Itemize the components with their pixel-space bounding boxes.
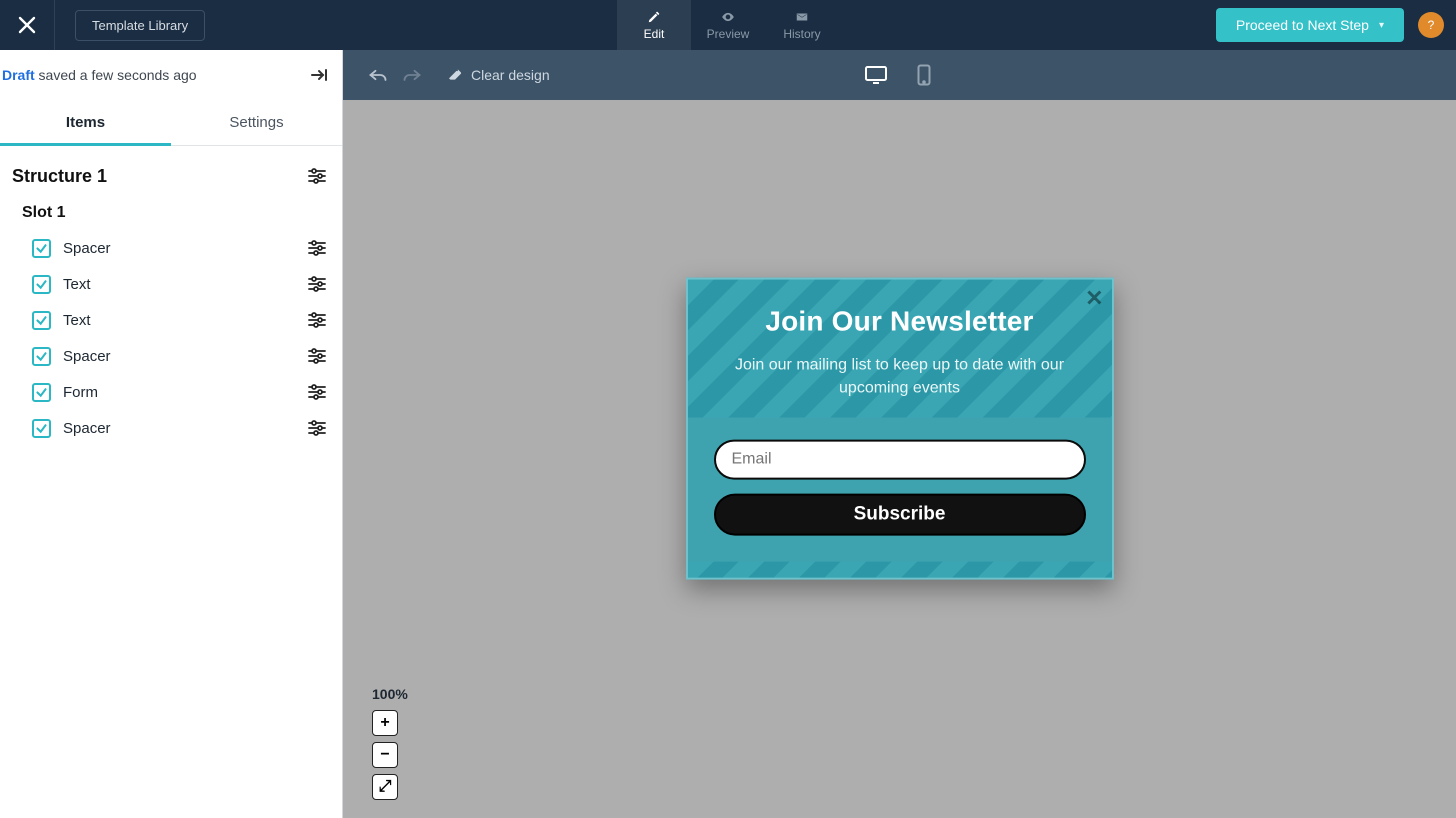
item-settings-button[interactable] bbox=[304, 272, 330, 296]
design-canvas[interactable]: ✕ Join Our Newsletter Join our mailing l… bbox=[343, 100, 1456, 818]
checkbox[interactable] bbox=[32, 383, 51, 402]
popup-bottom-edge bbox=[688, 562, 1112, 578]
list-item[interactable]: Spacer bbox=[12, 338, 330, 374]
popup-content: Join Our Newsletter Join our mailing lis… bbox=[688, 280, 1112, 562]
tab-settings[interactable]: Settings bbox=[171, 100, 342, 145]
checkbox[interactable] bbox=[32, 311, 51, 330]
checkbox[interactable] bbox=[32, 347, 51, 366]
tab-items[interactable]: Items bbox=[0, 100, 171, 145]
draft-label: Draft bbox=[2, 67, 35, 83]
item-label: Form bbox=[63, 384, 292, 401]
item-settings-button[interactable] bbox=[304, 416, 330, 440]
item-settings-button[interactable] bbox=[304, 308, 330, 332]
list-item[interactable]: Text bbox=[12, 266, 330, 302]
pencil-icon bbox=[647, 10, 661, 24]
eye-icon bbox=[721, 10, 735, 24]
popup-preview[interactable]: ✕ Join Our Newsletter Join our mailing l… bbox=[686, 278, 1114, 580]
tab-history[interactable]: History bbox=[765, 0, 839, 50]
close-button[interactable] bbox=[0, 0, 55, 50]
structure-title: Structure 1 bbox=[12, 166, 107, 187]
item-settings-button[interactable] bbox=[304, 344, 330, 368]
item-label: Spacer bbox=[63, 420, 292, 437]
item-label: Spacer bbox=[63, 348, 292, 365]
subscribe-button[interactable]: Subscribe bbox=[714, 494, 1086, 536]
proceed-label: Proceed to Next Step bbox=[1236, 17, 1369, 33]
mode-tabs: Edit Preview History bbox=[617, 0, 839, 50]
slot-title: Slot 1 bbox=[12, 198, 330, 230]
tab-preview[interactable]: Preview bbox=[691, 0, 765, 50]
structure-settings-button[interactable] bbox=[304, 164, 330, 188]
tab-settings-label: Settings bbox=[229, 114, 283, 131]
saved-label: saved a few seconds ago bbox=[35, 67, 197, 83]
desktop-view-button[interactable] bbox=[861, 63, 891, 87]
mode-tab-label: History bbox=[783, 27, 820, 41]
header-right: Proceed to Next Step ▾ ? bbox=[1216, 8, 1456, 42]
items-panel: Draft saved a few seconds ago Items Sett… bbox=[0, 50, 343, 818]
app-header: Template Library Edit Preview History Pr… bbox=[0, 0, 1456, 50]
item-label: Spacer bbox=[63, 240, 292, 257]
clear-design-button[interactable]: Clear design bbox=[447, 67, 550, 83]
proceed-button[interactable]: Proceed to Next Step ▾ bbox=[1216, 8, 1404, 42]
undo-button[interactable] bbox=[361, 58, 395, 92]
zoom-fit-button[interactable]: ⤢ bbox=[372, 774, 398, 800]
list-item[interactable]: Form bbox=[12, 374, 330, 410]
mobile-view-button[interactable] bbox=[909, 63, 939, 87]
mode-tab-label: Edit bbox=[644, 27, 665, 41]
panel-body: Structure 1 Slot 1 Spacer Text Text Spac… bbox=[0, 146, 342, 446]
save-status-row: Draft saved a few seconds ago bbox=[0, 50, 342, 100]
zoom-out-button[interactable]: − bbox=[372, 742, 398, 768]
list-item[interactable]: Spacer bbox=[12, 410, 330, 446]
popup-form: Subscribe bbox=[688, 418, 1112, 562]
envelope-icon bbox=[795, 10, 809, 24]
email-field[interactable] bbox=[714, 440, 1086, 480]
structure-header: Structure 1 bbox=[12, 160, 330, 198]
item-label: Text bbox=[63, 312, 292, 329]
zoom-in-button[interactable]: + bbox=[372, 710, 398, 736]
zoom-level: 100% bbox=[372, 686, 408, 702]
list-item[interactable]: Text bbox=[12, 302, 330, 338]
popup-title: Join Our Newsletter bbox=[710, 306, 1090, 338]
save-status-text: Draft saved a few seconds ago bbox=[2, 67, 197, 83]
popup-close-button[interactable]: ✕ bbox=[1085, 286, 1103, 312]
chevron-down-icon: ▾ bbox=[1379, 20, 1384, 31]
avatar[interactable]: ? bbox=[1418, 12, 1444, 38]
clear-design-label: Clear design bbox=[471, 67, 550, 83]
list-item[interactable]: Spacer bbox=[12, 230, 330, 266]
checkbox[interactable] bbox=[32, 275, 51, 294]
checkbox[interactable] bbox=[32, 239, 51, 258]
item-settings-button[interactable] bbox=[304, 380, 330, 404]
template-library-button[interactable]: Template Library bbox=[75, 10, 205, 41]
eraser-icon bbox=[447, 67, 463, 83]
tab-edit[interactable]: Edit bbox=[617, 0, 691, 50]
device-switch bbox=[861, 63, 939, 87]
panel-tabs: Items Settings bbox=[0, 100, 342, 146]
popup-subtitle: Join our mailing list to keep up to date… bbox=[710, 354, 1090, 400]
redo-button[interactable] bbox=[395, 58, 429, 92]
editor-toolbar: Clear design bbox=[343, 50, 1456, 100]
item-settings-button[interactable] bbox=[304, 236, 330, 260]
checkbox[interactable] bbox=[32, 419, 51, 438]
zoom-controls: 100% + − ⤢ bbox=[372, 686, 408, 800]
header-left: Template Library bbox=[0, 0, 205, 50]
mode-tab-label: Preview bbox=[707, 27, 750, 41]
item-label: Text bbox=[63, 276, 292, 293]
collapse-panel-button[interactable] bbox=[306, 64, 332, 86]
